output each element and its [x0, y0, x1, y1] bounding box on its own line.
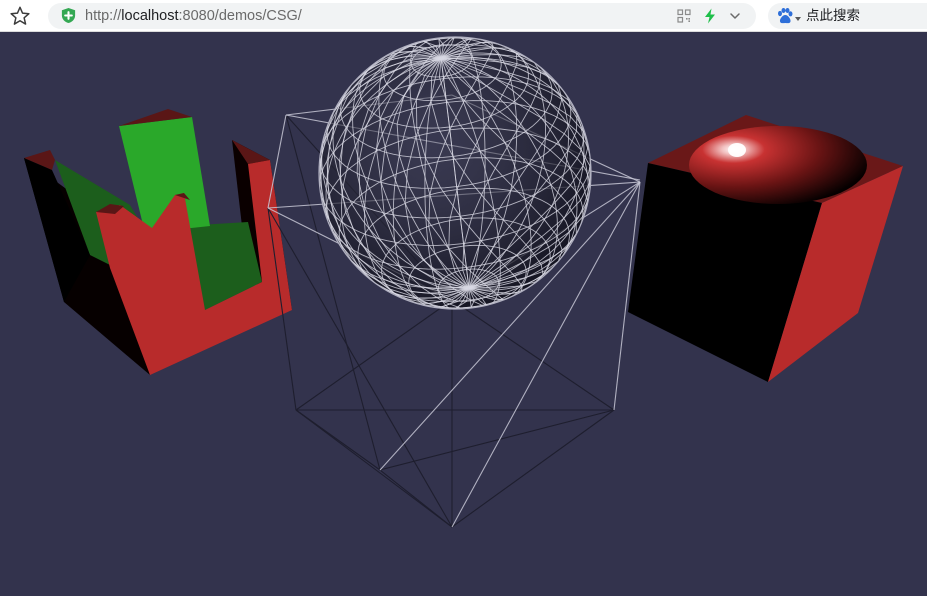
csg-scene — [24, 36, 903, 528]
u-shaped-block — [24, 109, 292, 375]
browser-toolbar: http://localhost:8080/demos/CSG/ 点此搜索 — [0, 0, 927, 32]
lightning-bolt-icon[interactable] — [703, 8, 717, 24]
bookmark-star-icon[interactable] — [8, 4, 32, 28]
address-bar[interactable]: http://localhost:8080/demos/CSG/ — [48, 3, 756, 29]
caret-down-icon[interactable] — [795, 17, 801, 21]
search-engine-box[interactable]: 点此搜索 — [768, 3, 927, 29]
url-scheme: http:// — [85, 8, 122, 24]
wireframe-sphere — [318, 36, 592, 310]
webgl-viewport[interactable] — [0, 32, 927, 596]
baidu-paw-icon[interactable] — [776, 7, 794, 25]
url-text[interactable]: http://localhost:8080/demos/CSG/ — [85, 3, 302, 29]
secure-shield-icon[interactable] — [60, 7, 77, 24]
bowl-cube — [628, 115, 903, 382]
search-label[interactable]: 点此搜索 — [806, 3, 860, 29]
url-path: :8080/demos/CSG/ — [178, 8, 302, 24]
chevron-down-icon[interactable] — [728, 9, 742, 23]
qr-code-icon[interactable] — [677, 9, 691, 23]
url-host: localhost — [121, 8, 179, 24]
